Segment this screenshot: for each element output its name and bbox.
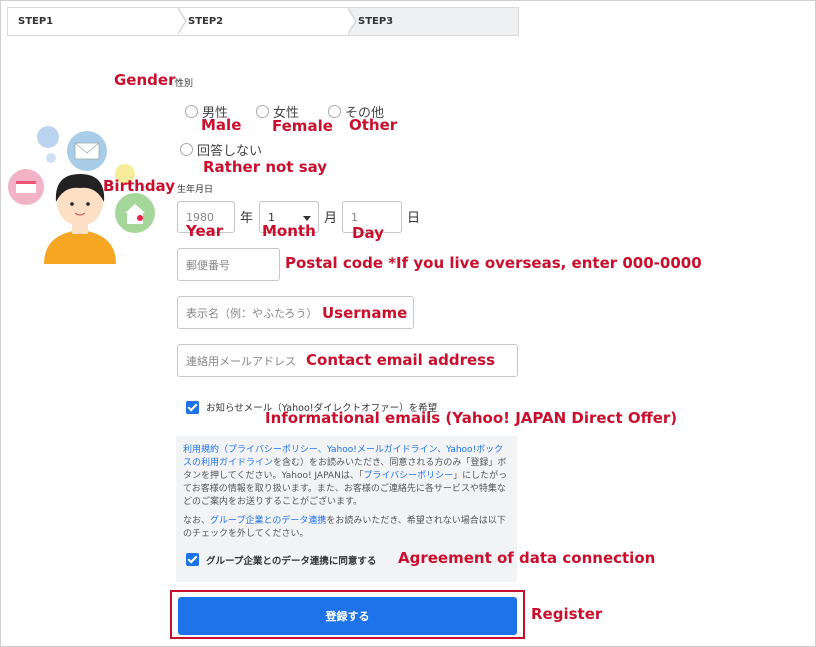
privacy-policy-link[interactable]: プライバシーポリシー — [228, 445, 318, 455]
month-annotation: Month — [262, 222, 316, 240]
chevron-down-icon — [303, 216, 311, 221]
radio-female[interactable] — [256, 105, 269, 118]
rather-not-say-annotation: Rather not say — [203, 158, 328, 176]
step-2-label: STEP2 — [188, 16, 224, 27]
terms-sep: 、 — [317, 445, 327, 455]
step-3-label: STEP3 — [358, 16, 394, 27]
mail-icon — [74, 142, 100, 160]
data-agreement-checkbox[interactable] — [186, 553, 199, 566]
newsletter-annotation: Informational emails (Yahoo! JAPAN Direc… — [265, 409, 678, 427]
newsletter-checkbox[interactable] — [186, 401, 199, 414]
step-3-current: STEP3 — [348, 8, 518, 35]
privacy-policy-link-2[interactable]: プライバシーポリシー — [363, 471, 453, 481]
postal-code-input[interactable]: 郵便番号 — [177, 248, 280, 281]
step-1: STEP1 — [8, 7, 187, 35]
group-data-link[interactable]: グループ企業とのデータ連携 — [210, 516, 326, 526]
year-unit: 年 — [240, 211, 254, 226]
step-2: STEP2 — [178, 7, 357, 35]
terms-text: なお、 — [183, 516, 211, 526]
month-unit: 月 — [324, 211, 338, 226]
email-annotation: Contact email address — [306, 351, 496, 369]
other-annotation: Other — [349, 116, 398, 134]
day-unit: 日 — [407, 211, 421, 226]
birthday-annotation: Birthday — [103, 177, 175, 195]
gender-no-answer-label: 回答しない — [197, 144, 263, 159]
male-annotation: Male — [201, 116, 242, 134]
terms-sep: 、 — [437, 445, 447, 455]
register-annotation: Register — [531, 605, 603, 623]
step-1-label: STEP1 — [18, 16, 54, 27]
gender-label: 性別 — [175, 79, 194, 89]
terms-paragraph: 利用規約（プライバシーポリシー、Yahoo!メールガイドライン、Yahoo!ボッ… — [183, 444, 510, 509]
gender-option-no-answer[interactable]: 回答しない — [180, 139, 262, 159]
data-agreement-annotation: Agreement of data connection — [398, 549, 656, 567]
postal-code-annotation: Postal code *If you live overseas, enter… — [285, 254, 702, 272]
data-agreement-label: グループ企業とのデータ連携に同意する — [206, 556, 377, 567]
register-button[interactable]: 登録する — [178, 597, 517, 635]
birthday-label: 生年月日 — [177, 185, 214, 195]
terms-link[interactable]: 利用規約（ — [183, 445, 228, 455]
data-sharing-paragraph: なお、グループ企業とのデータ連携をお読みいただき、希望されない場合は以下のチェッ… — [183, 515, 510, 541]
year-annotation: Year — [186, 222, 224, 240]
mail-guideline-link[interactable]: Yahoo!メールガイドライン — [327, 445, 437, 455]
radio-male[interactable] — [185, 105, 198, 118]
day-annotation: Day — [352, 224, 384, 242]
radio-no-answer[interactable] — [180, 143, 193, 156]
username-annotation: Username — [322, 304, 408, 322]
female-annotation: Female — [272, 117, 333, 135]
terms-text: を含む） — [273, 458, 310, 468]
gender-annotation: Gender — [114, 71, 176, 89]
step-indicator: STEP1 STEP2 STEP3 — [7, 7, 519, 36]
